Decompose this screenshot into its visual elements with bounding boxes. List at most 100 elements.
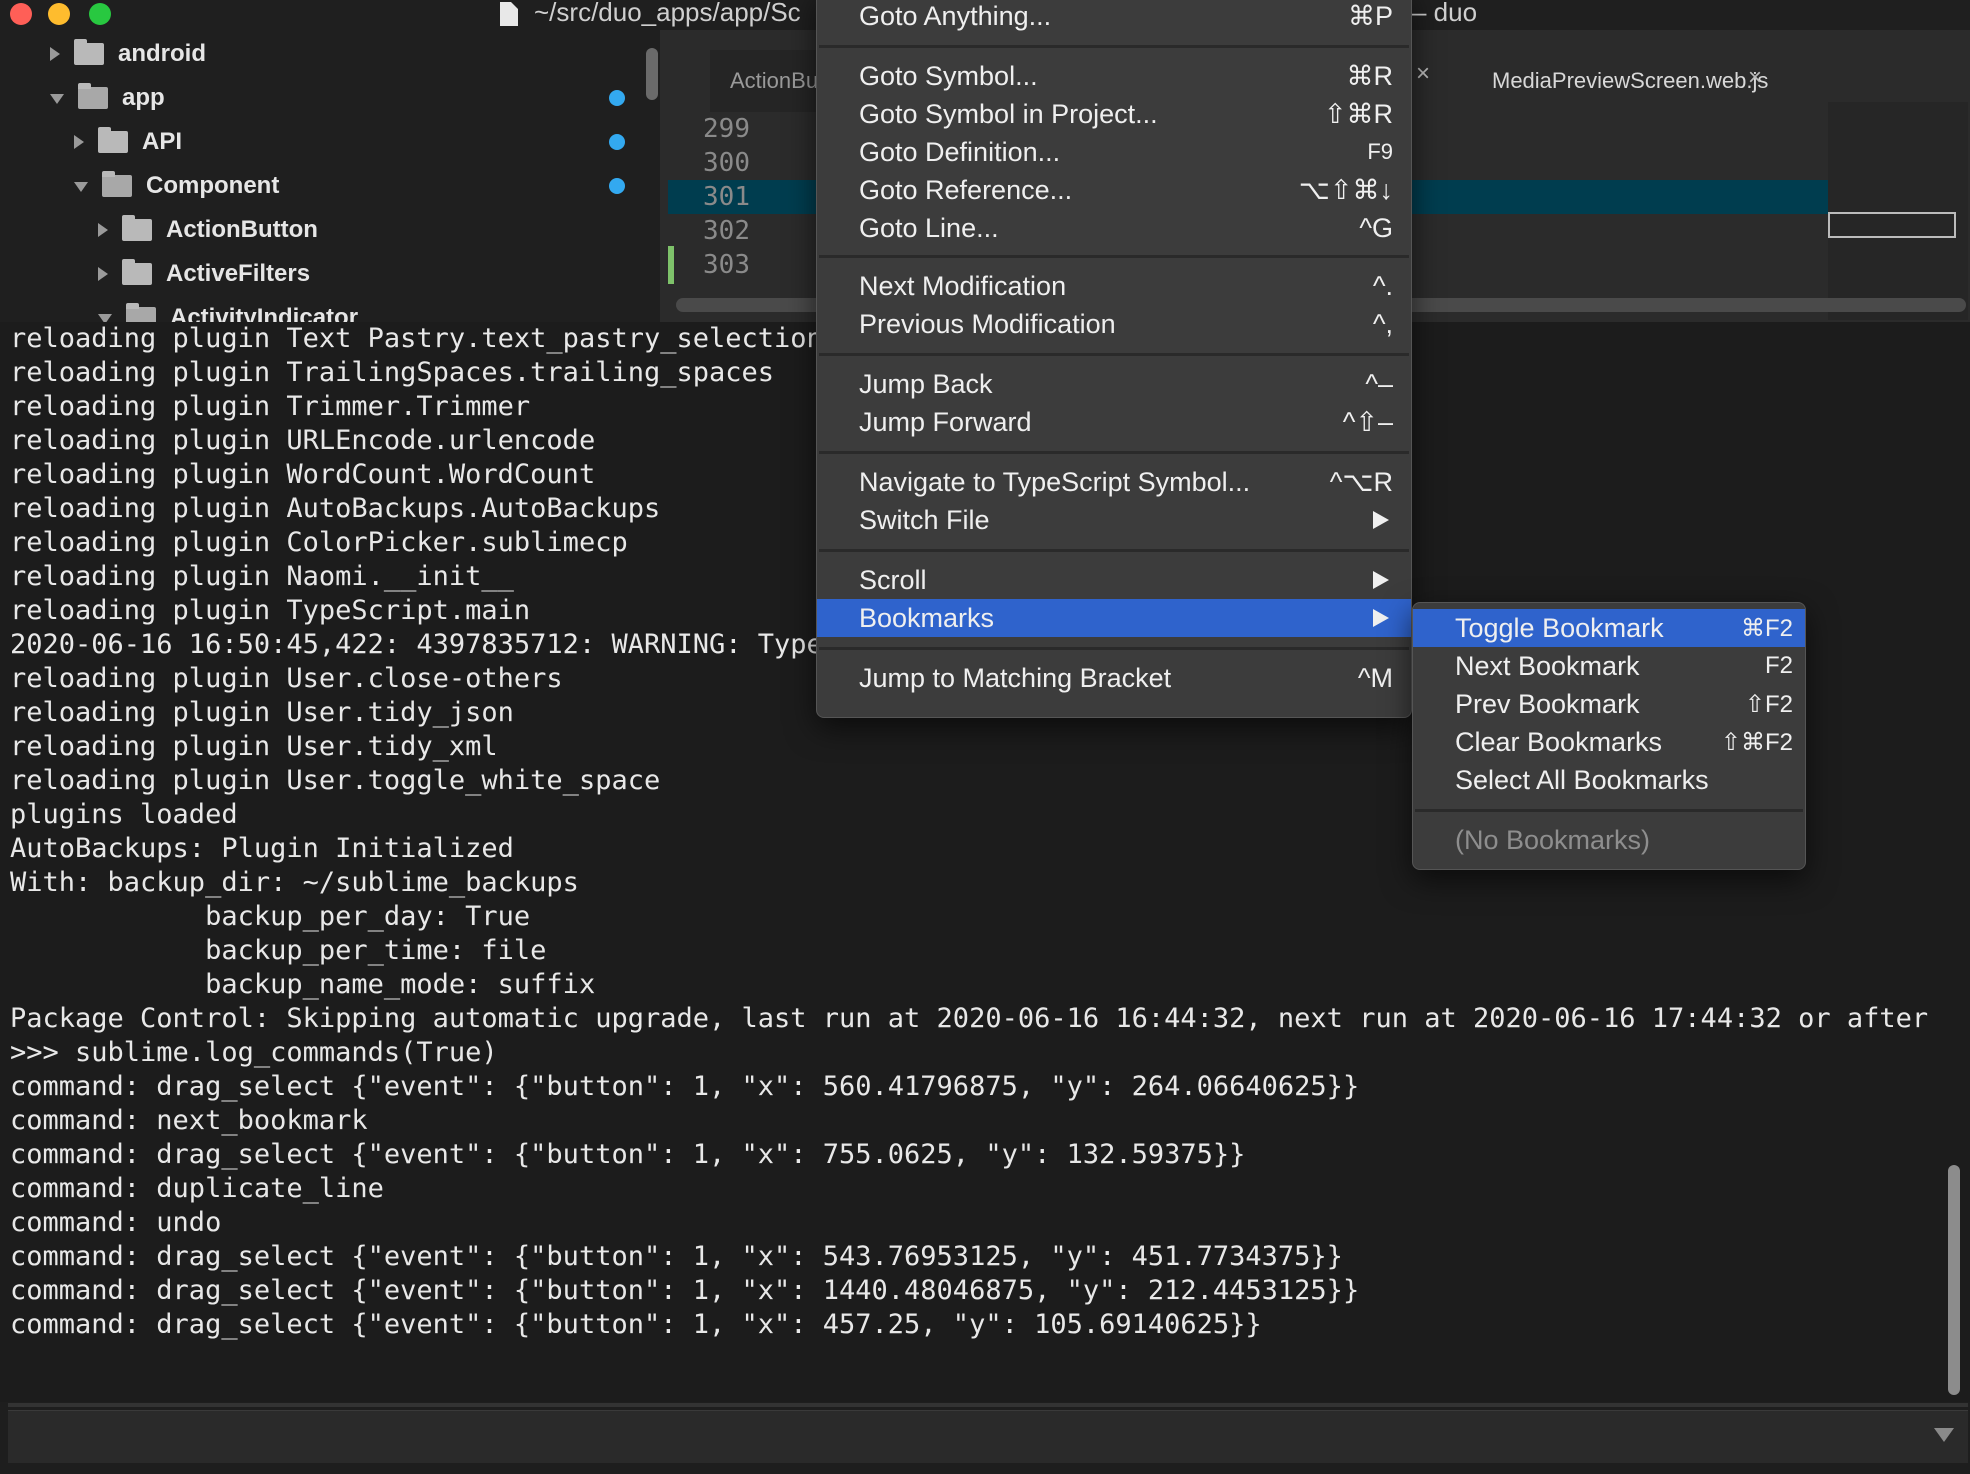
menu-item-scroll[interactable]: Scroll	[817, 561, 1411, 599]
close-tab-icon[interactable]: ×	[1416, 60, 1430, 88]
menu-item-next-modification[interactable]: Next Modification ^.	[817, 267, 1411, 305]
sidebar-item-activityindicator[interactable]: ActivityIndicator	[98, 298, 358, 322]
menu-item-jump-to-matching-bracket[interactable]: Jump to Matching Bracket ^M	[817, 659, 1411, 697]
menu-item-bookmarks[interactable]: Bookmarks	[817, 599, 1411, 637]
menu-item-shortcut: ^,	[1372, 308, 1393, 339]
tab-mediapreviewscreen[interactable]: MediaPreviewScreen.web.js ×	[1472, 50, 1782, 112]
menu-item-label: Toggle Bookmark	[1455, 612, 1664, 643]
console-line: backup_per_day: True	[10, 901, 531, 932]
menu-item-label: Next Bookmark	[1455, 650, 1640, 681]
goto-menu: Goto Anything... ⌘P Goto Symbol... ⌘R Go…	[816, 0, 1412, 718]
menu-item-goto-symbol[interactable]: Goto Symbol... ⌘R	[817, 57, 1411, 95]
chevron-down-icon[interactable]	[74, 182, 88, 192]
menu-item-shortcut: ^⇧–	[1342, 406, 1393, 437]
sidebar-item-label: API	[142, 128, 183, 155]
line-number-gutter: 299 300 301 302 303	[680, 112, 780, 282]
menu-item-shortcut: ⇧F2	[1744, 690, 1793, 718]
menu-item-jump-forward[interactable]: Jump Forward ^⇧–	[817, 403, 1411, 441]
chevron-right-icon[interactable]	[74, 135, 84, 149]
menu-item-label: Goto Definition...	[859, 136, 1061, 167]
chevron-down-icon[interactable]	[50, 94, 64, 104]
submenu-arrow-icon	[1373, 571, 1389, 589]
menu-item-label: Prev Bookmark	[1455, 688, 1640, 719]
menu-separator	[819, 353, 1409, 356]
sidebar-item-activefilters[interactable]: ActiveFilters	[98, 254, 310, 294]
menu-item-shortcut: ^.	[1372, 270, 1393, 301]
minimap-viewport[interactable]	[1828, 212, 1956, 238]
menu-item-shortcut: ⌥⇧⌘↓	[1298, 174, 1393, 205]
console-line: command: undo	[10, 1207, 222, 1238]
menu-item-label: Switch File	[859, 504, 990, 535]
sidebar-item-actionbutton[interactable]: ActionButton	[98, 210, 318, 250]
chevron-down-icon[interactable]	[1934, 1428, 1954, 1442]
minimap[interactable]	[1828, 102, 1968, 320]
modification-marker	[668, 246, 674, 284]
console-line: command: drag_select {"event": {"button"…	[10, 1309, 1262, 1340]
menu-item-label: Goto Symbol...	[859, 60, 1038, 91]
menu-item-shortcut: ⇧⌘F2	[1720, 728, 1793, 756]
modified-indicator-icon	[609, 134, 625, 150]
menu-item-toggle-bookmark[interactable]: Toggle Bookmark ⌘F2	[1413, 609, 1805, 647]
menu-item-label: Jump Forward	[859, 406, 1032, 437]
chevron-right-icon[interactable]	[98, 223, 108, 237]
document-icon	[500, 2, 518, 26]
submenu-arrow-icon	[1373, 511, 1389, 529]
line-number: 300	[703, 148, 750, 178]
zoom-window-button[interactable]	[89, 3, 111, 25]
menu-item-clear-bookmarks[interactable]: Clear Bookmarks ⇧⌘F2	[1413, 723, 1805, 761]
menu-separator	[819, 45, 1409, 48]
menu-item-goto-symbol-in-project[interactable]: Goto Symbol in Project... ⇧⌘R	[817, 95, 1411, 133]
menu-item-select-all-bookmarks[interactable]: Select All Bookmarks	[1413, 761, 1805, 799]
minimize-window-button[interactable]	[48, 3, 70, 25]
menu-item-goto-anything[interactable]: Goto Anything... ⌘P	[817, 0, 1411, 35]
folder-icon	[74, 39, 104, 65]
folder-open-icon	[78, 83, 108, 109]
sidebar-item-label: ActionButton	[166, 216, 318, 243]
sidebar-item-android[interactable]: android	[50, 34, 206, 74]
console-scrollbar[interactable]	[1948, 1165, 1960, 1395]
menu-item-previous-modification[interactable]: Previous Modification ^,	[817, 305, 1411, 343]
folder-icon	[98, 127, 128, 153]
menu-item-next-bookmark[interactable]: Next Bookmark F2	[1413, 647, 1805, 685]
menu-item-goto-reference[interactable]: Goto Reference... ⌥⇧⌘↓	[817, 171, 1411, 209]
menu-item-label: Jump to Matching Bracket	[859, 662, 1172, 693]
sidebar-item-component[interactable]: Component	[74, 166, 279, 206]
sidebar-item-app[interactable]: app	[50, 78, 165, 118]
sidebar-item-api[interactable]: API	[74, 122, 182, 162]
console-line: >>> sublime.log_commands(True)	[10, 1037, 498, 1068]
menu-separator	[1415, 809, 1803, 812]
submenu-arrow-icon	[1373, 609, 1389, 627]
menu-item-label: Previous Modification	[859, 308, 1116, 339]
menu-item-label: Bookmarks	[859, 602, 995, 633]
menu-item-label: Select All Bookmarks	[1455, 764, 1709, 795]
menu-item-goto-line[interactable]: Goto Line... ^G	[817, 209, 1411, 247]
console-line: With: backup_dir: ~/sublime_backups	[10, 867, 579, 898]
sidebar-item-label: android	[118, 40, 206, 67]
menu-item-navigate-typescript-symbol[interactable]: Navigate to TypeScript Symbol... ^⌥R	[817, 463, 1411, 501]
console-line: command: drag_select {"event": {"button"…	[10, 1275, 1360, 1306]
chevron-right-icon[interactable]	[98, 267, 108, 281]
folder-icon	[122, 259, 152, 285]
menu-item-switch-file[interactable]: Switch File	[817, 501, 1411, 539]
menu-separator	[819, 549, 1409, 552]
menu-item-prev-bookmark[interactable]: Prev Bookmark ⇧F2	[1413, 685, 1805, 723]
console-line: command: duplicate_line	[10, 1173, 384, 1204]
chevron-right-icon[interactable]	[50, 47, 60, 61]
menu-item-label: Goto Line...	[859, 212, 999, 243]
menu-item-shortcut: ⌘F2	[1740, 614, 1793, 642]
menu-separator	[819, 647, 1409, 650]
sidebar-item-label: app	[122, 84, 165, 111]
menu-item-shortcut: F9	[1367, 139, 1393, 164]
menu-item-jump-back[interactable]: Jump Back ^–	[817, 365, 1411, 403]
menu-item-shortcut: ^–	[1365, 368, 1393, 399]
menu-item-goto-definition[interactable]: Goto Definition... F9	[817, 133, 1411, 171]
menu-item-shortcut: F2	[1764, 652, 1793, 679]
console-line: backup_name_mode: suffix	[10, 969, 596, 1000]
console-input[interactable]	[8, 1410, 1968, 1463]
close-tab-icon[interactable]: ×	[1748, 64, 1762, 92]
menu-separator	[819, 255, 1409, 258]
sidebar-scrollbar[interactable]	[646, 48, 658, 100]
console-divider	[8, 1403, 1968, 1407]
close-window-button[interactable]	[10, 3, 32, 25]
chevron-down-icon[interactable]	[98, 314, 112, 322]
